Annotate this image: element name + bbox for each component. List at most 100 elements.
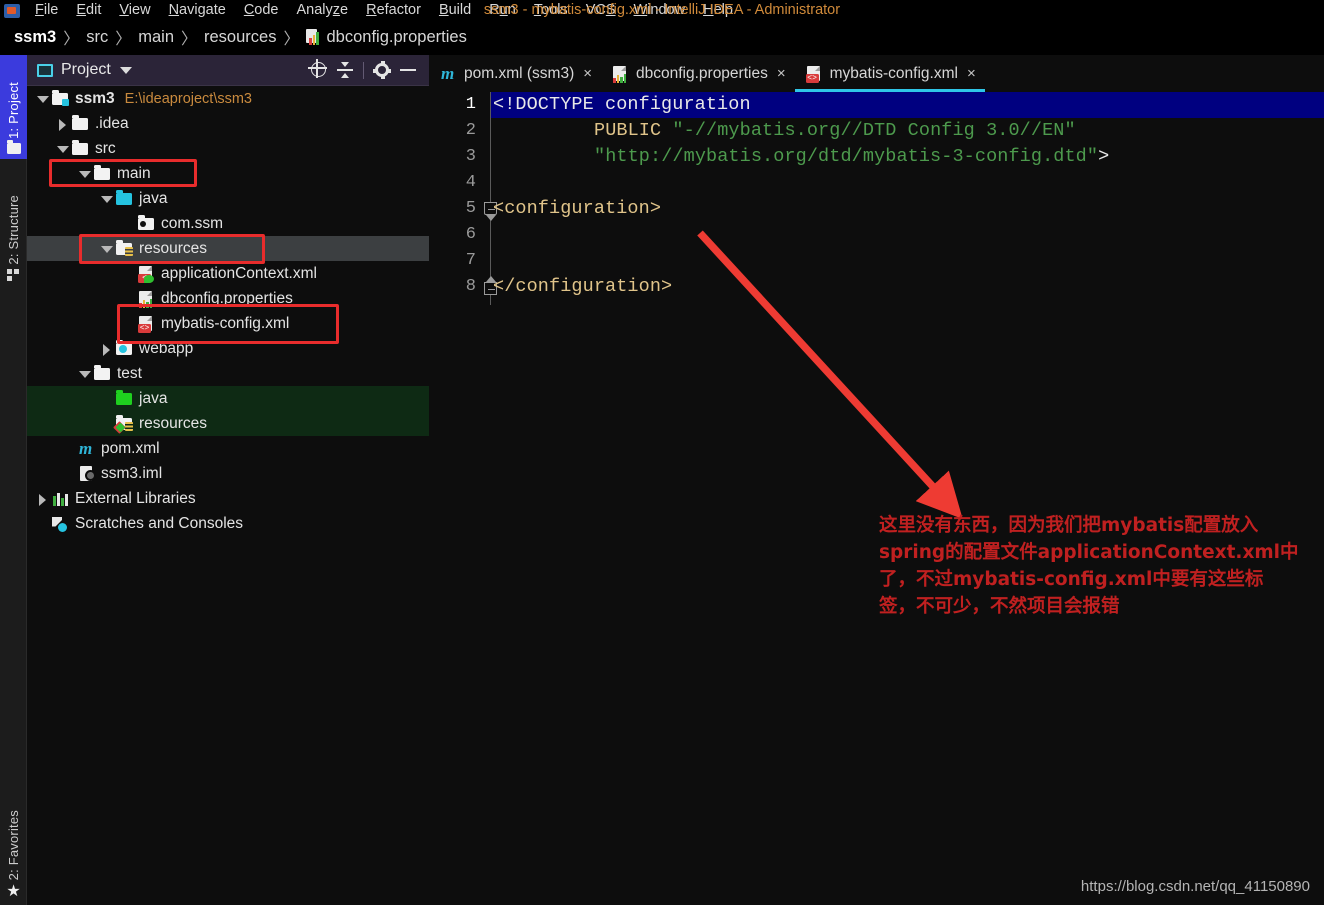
- tree-label: dbconfig.properties: [161, 290, 293, 308]
- menu-item-analyze[interactable]: Analyze: [288, 3, 358, 19]
- tree-row-pom-xml[interactable]: m pom.xml: [27, 436, 429, 461]
- rail-button-structure[interactable]: 2: Structure: [0, 165, 27, 287]
- collapse-all-icon[interactable]: [332, 57, 358, 83]
- chevron-down-icon[interactable]: [99, 186, 115, 211]
- tree-row-test[interactable]: test: [27, 361, 429, 386]
- breadcrumb-separator: 〉: [276, 25, 306, 49]
- tab-mybatis-config-xml[interactable]: <> mybatis-config.xml ×: [795, 55, 985, 92]
- menu-item-view[interactable]: View: [110, 3, 159, 19]
- project-icon: [37, 64, 53, 77]
- close-icon[interactable]: ×: [777, 65, 786, 82]
- tree-label: Scratches and Consoles: [75, 515, 243, 533]
- locate-icon[interactable]: [306, 57, 332, 83]
- breadcrumb-item-1[interactable]: src: [86, 28, 108, 47]
- code-token: "-//mybatis.org//DTD Config 3.0//EN": [672, 120, 1075, 141]
- chevron-down-icon[interactable]: [120, 67, 132, 74]
- breadcrumb-item-2[interactable]: main: [138, 28, 174, 47]
- chevron-right-icon[interactable]: [99, 336, 115, 361]
- code-token: configuration: [605, 94, 751, 115]
- folder-icon: [93, 165, 113, 183]
- menu-item-code[interactable]: Code: [235, 3, 288, 19]
- chevron-down-icon[interactable]: [99, 236, 115, 261]
- folder-icon: [7, 143, 21, 154]
- module-folder-icon: [51, 90, 71, 108]
- properties-file-icon: [137, 290, 157, 308]
- menu-item-file[interactable]: File: [26, 3, 67, 19]
- project-tree[interactable]: ssm3 E:\ideaproject\ssm3 .idea src main: [27, 86, 429, 905]
- line-number: 6: [429, 225, 476, 244]
- minimize-icon[interactable]: [395, 57, 421, 83]
- tab-pom-xml[interactable]: m pom.xml (ssm3) ×: [429, 55, 601, 92]
- chevron-down-icon[interactable]: [77, 361, 93, 386]
- code-token: >: [1098, 146, 1109, 167]
- xml-file-icon: <>: [805, 65, 825, 83]
- line-number: 1: [429, 95, 476, 114]
- tree-row-dbconfig-properties[interactable]: dbconfig.properties: [27, 286, 429, 311]
- tab-dbconfig-properties[interactable]: dbconfig.properties ×: [601, 55, 795, 92]
- tree-row-webapp[interactable]: webapp: [27, 336, 429, 361]
- tree-row-main-java[interactable]: java: [27, 186, 429, 211]
- rail-button-favorites[interactable]: ★ 2: Favorites: [0, 810, 27, 905]
- tree-label: ssm3.iml: [101, 465, 162, 483]
- tree-row-idea[interactable]: .idea: [27, 111, 429, 136]
- star-icon: ★: [6, 884, 20, 900]
- iml-file-icon: [77, 465, 97, 483]
- tree-row-test-java[interactable]: java: [27, 386, 429, 411]
- chevron-right-icon[interactable]: [55, 111, 71, 136]
- tree-row-test-resources[interactable]: resources: [27, 411, 429, 436]
- breadcrumb: ssm3 〉 src 〉 main 〉 resources 〉 dbconfig…: [0, 19, 1324, 55]
- tree-row-main-resources[interactable]: resources: [27, 236, 429, 261]
- tree-row-applicationcontext-xml[interactable]: < applicationContext.xml: [27, 261, 429, 286]
- tree-label: main: [117, 165, 151, 183]
- chevron-down-icon[interactable]: [55, 136, 71, 161]
- tree-label: com.ssm: [161, 215, 223, 233]
- properties-file-icon: [306, 29, 321, 45]
- code-token: <configuration>: [493, 198, 661, 219]
- tree-label: resources: [139, 415, 207, 433]
- project-panel-title: Project: [61, 61, 111, 79]
- chevron-down-icon[interactable]: [35, 86, 51, 111]
- breadcrumb-item-0[interactable]: ssm3: [14, 28, 56, 47]
- gear-icon[interactable]: [369, 57, 395, 83]
- menu-item-build[interactable]: Build: [430, 3, 480, 19]
- breadcrumb-item-3[interactable]: resources: [204, 28, 276, 47]
- tree-row-ssm3[interactable]: ssm3 E:\ideaproject\ssm3: [27, 86, 429, 111]
- tab-label: mybatis-config.xml: [830, 65, 958, 83]
- breadcrumb-item-4[interactable]: dbconfig.properties: [326, 28, 466, 47]
- tab-label: dbconfig.properties: [636, 65, 768, 83]
- annotation-line-2: spring的配置文件applicationContext.xml中: [879, 539, 1299, 566]
- tree-row-ssm3-iml[interactable]: ssm3.iml: [27, 461, 429, 486]
- tree-row-main[interactable]: main: [27, 161, 429, 186]
- code-token: </configuration>: [493, 276, 672, 297]
- code-editor[interactable]: 1 2 3 4 5 6 7 8 <!DOCTYPE configuration …: [429, 92, 1324, 905]
- tree-row-scratches-and-consoles[interactable]: Scratches and Consoles: [27, 511, 429, 536]
- line-number: 2: [429, 121, 476, 140]
- line-number-gutter[interactable]: 1 2 3 4 5 6 7 8: [429, 92, 491, 905]
- tree-label: test: [117, 365, 142, 383]
- code-line-3: "http://mybatis.org/dtd/mybatis-3-config…: [493, 146, 1109, 167]
- tree-row-package-comssm[interactable]: com.ssm: [27, 211, 429, 236]
- app-logo-icon: [4, 4, 20, 18]
- menu-item-navigate[interactable]: Navigate: [160, 3, 235, 19]
- rail-label-project: 1: Project: [6, 82, 21, 139]
- tree-row-src[interactable]: src: [27, 136, 429, 161]
- chevron-right-icon[interactable]: [35, 486, 51, 511]
- menu-item-refactor[interactable]: Refactor: [357, 3, 430, 19]
- tree-row-external-libraries[interactable]: External Libraries: [27, 486, 429, 511]
- breadcrumb-separator: 〉: [56, 25, 86, 49]
- resources-folder-icon: [115, 240, 135, 258]
- libraries-icon: [51, 490, 71, 508]
- tree-label: webapp: [139, 340, 193, 358]
- chevron-down-icon[interactable]: [77, 161, 93, 186]
- annotation-text: 这里没有东西，因为我们把mybatis配置放入 spring的配置文件appli…: [879, 512, 1299, 620]
- window-title: ssm3 - mybatis-config.xml - IntelliJ IDE…: [484, 3, 840, 18]
- line-number: 4: [429, 173, 476, 192]
- watermark: https://blog.csdn.net/qq_41150890: [1081, 878, 1310, 895]
- tree-row-mybatis-config-xml[interactable]: <> mybatis-config.xml: [27, 311, 429, 336]
- maven-pom-icon: m: [439, 65, 459, 83]
- close-icon[interactable]: ×: [583, 65, 592, 82]
- rail-button-project[interactable]: 1: Project: [0, 55, 27, 159]
- tree-label: .idea: [95, 115, 129, 133]
- close-icon[interactable]: ×: [967, 65, 976, 82]
- menu-item-edit[interactable]: Edit: [67, 3, 110, 19]
